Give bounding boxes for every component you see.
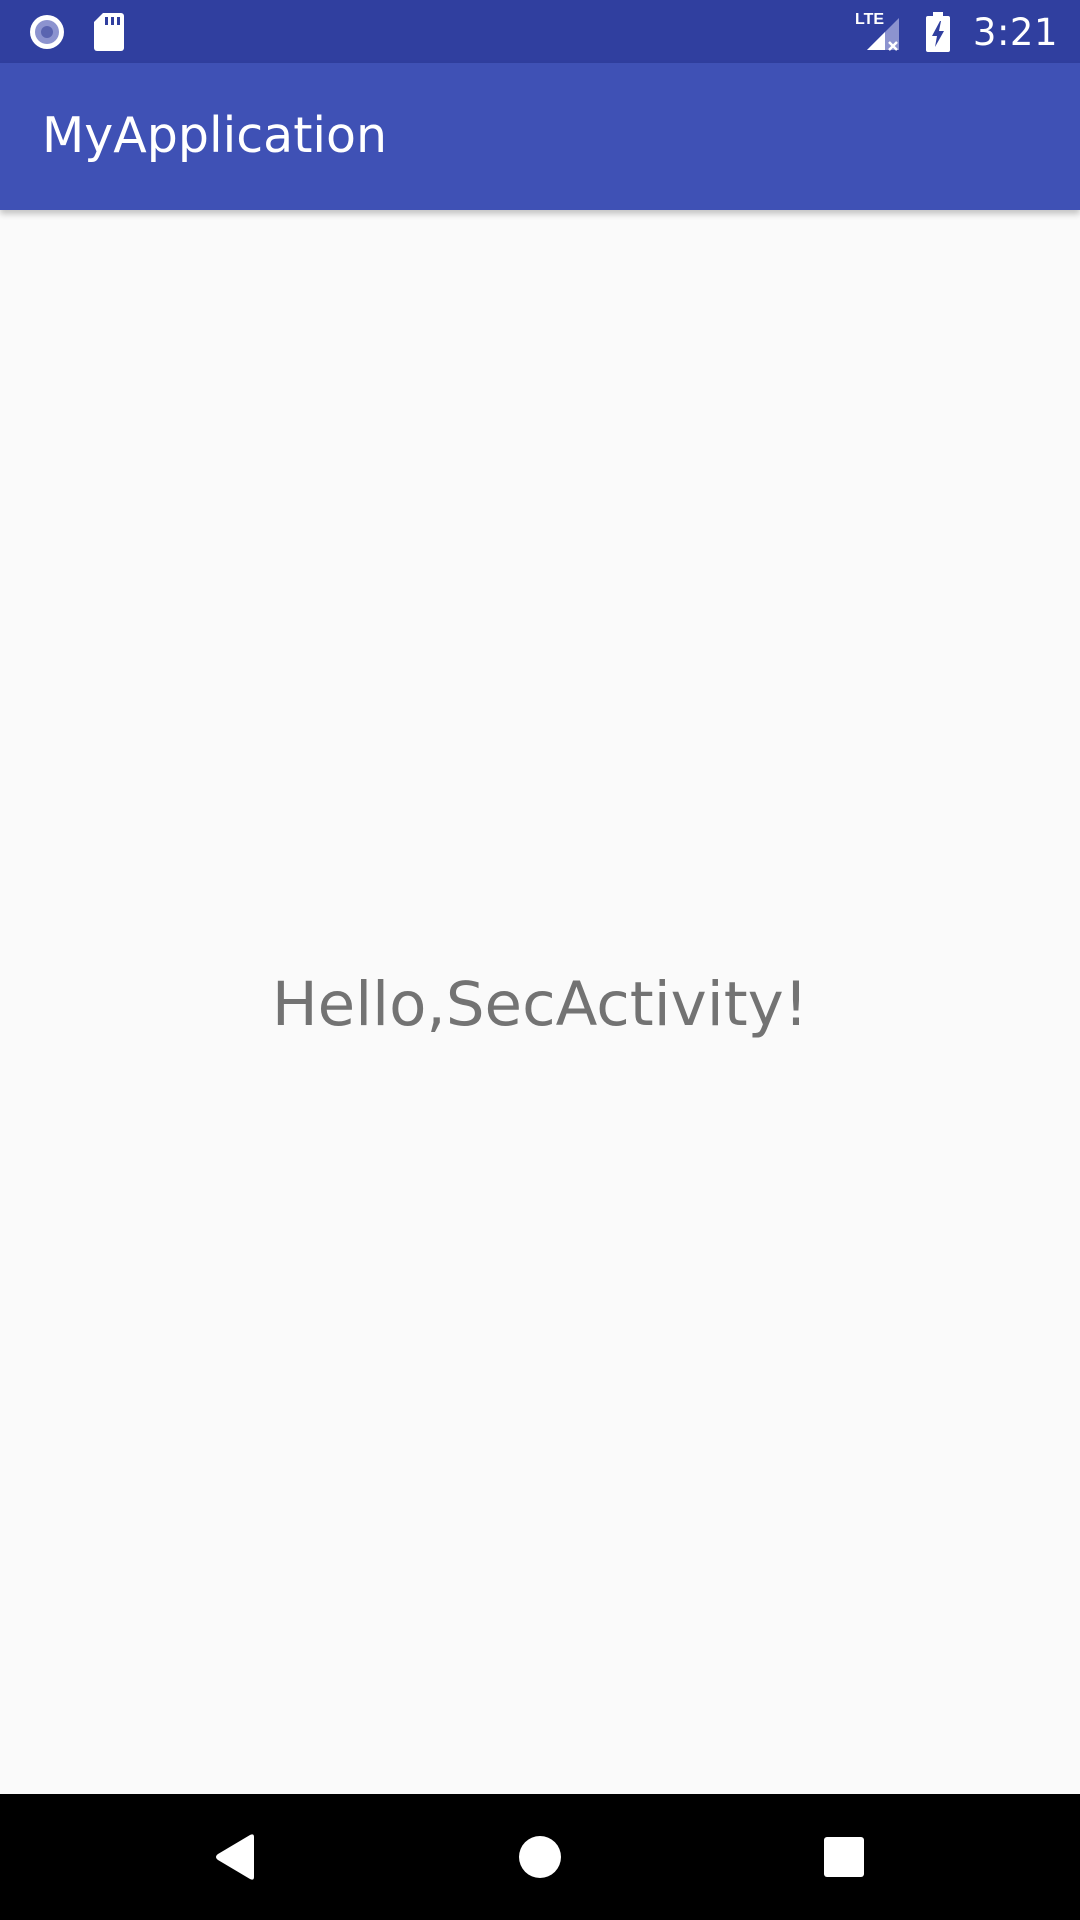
clock: 3:21 — [972, 10, 1058, 54]
status-bar: LTE 3:21 — [0, 0, 1080, 63]
status-left-icons — [28, 12, 152, 52]
home-button[interactable] — [460, 1794, 620, 1920]
recents-icon — [824, 1837, 864, 1877]
hello-message: Hello,SecActivity! — [271, 969, 809, 1040]
lte-signal-icon: LTE — [855, 10, 903, 54]
home-icon — [518, 1835, 562, 1879]
app-title: MyApplication — [42, 107, 388, 164]
back-button[interactable] — [156, 1794, 316, 1920]
back-icon — [214, 1833, 258, 1881]
screen: LTE 3:21 MyApplication Hello,SecActivity… — [0, 0, 1080, 1920]
sd-card-icon — [94, 13, 124, 51]
navigation-bar — [0, 1794, 1080, 1920]
status-right-icons: LTE 3:21 — [855, 6, 1058, 58]
app-bar: MyApplication — [0, 63, 1080, 210]
radio-icon — [28, 13, 66, 51]
svg-text:LTE: LTE — [855, 11, 884, 28]
recents-button[interactable] — [764, 1794, 924, 1920]
main-content: Hello,SecActivity! — [0, 210, 1080, 1794]
battery-charging-icon — [925, 12, 951, 52]
